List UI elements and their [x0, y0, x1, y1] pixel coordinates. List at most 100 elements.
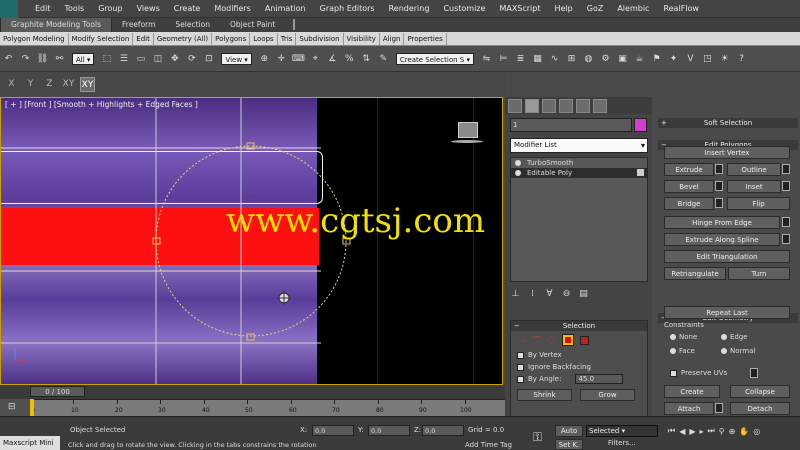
render-setup-icon[interactable]: ⚙ [599, 52, 612, 65]
outline-settings-icon[interactable] [782, 164, 790, 174]
axis-z-button[interactable]: Z [42, 77, 57, 92]
menu-tools[interactable]: Tools [58, 4, 92, 13]
create-tab-icon[interactable] [508, 98, 522, 113]
constraint-edge-row[interactable]: Edge [721, 333, 748, 341]
selection-rollout-header[interactable]: − Selection [511, 321, 647, 331]
axis-y-button[interactable]: Y [23, 77, 38, 92]
panel-geometry-all[interactable]: Geometry (All) [154, 32, 213, 45]
keyboard-shortcut-icon[interactable]: ⌨ [292, 52, 305, 65]
outline-button[interactable]: Outline [727, 163, 781, 176]
bevel-button[interactable]: Bevel [664, 180, 714, 193]
menu-help[interactable]: Help [548, 4, 580, 13]
time-slider[interactable]: 0 / 100 [30, 386, 85, 397]
lightbulb-icon[interactable] [515, 160, 521, 166]
preserve-uvs-checkbox[interactable] [670, 369, 677, 377]
stack-item-turbosmooth[interactable]: TurboSmooth [511, 158, 647, 168]
auto-key-button[interactable]: Auto [555, 425, 583, 437]
modifier-list-dropdown[interactable]: Modifier List ▾ [510, 138, 648, 153]
previous-frame-icon[interactable]: ◀ [679, 427, 685, 436]
panel-visibility[interactable]: Visibility [344, 32, 380, 45]
inset-button[interactable]: Inset [727, 180, 781, 193]
vray-icon[interactable]: V [684, 52, 697, 65]
viewport-label[interactable]: [ + ] [Front ] [Smooth + Highlights + Ed… [5, 100, 198, 109]
edit-named-selection-icon[interactable]: ✎ [377, 52, 390, 65]
menu-realflow[interactable]: RealFlow [656, 4, 706, 13]
window-crossing-icon[interactable]: ◫ [151, 52, 164, 65]
shrink-button[interactable]: Shrink [517, 389, 572, 401]
ribbon-options-dropdown[interactable] [285, 18, 299, 32]
render-iterative-icon[interactable]: ⚑ [650, 52, 663, 65]
x-coord-field[interactable]: 0.0 [312, 425, 354, 436]
track-bar-toggle[interactable]: ⊟ [0, 399, 30, 416]
tab-object-paint[interactable]: Object Paint [220, 18, 285, 32]
tab-graphite-modeling-tools[interactable]: Graphite Modeling Tools [0, 18, 113, 32]
axis-xy-cycle-button[interactable]: XY [80, 76, 95, 92]
inset-settings-icon[interactable] [782, 181, 790, 191]
extrude-settings-icon[interactable] [715, 164, 723, 174]
stack-item-editable-poly[interactable]: Editable Poly [511, 168, 647, 178]
key-filters-button[interactable]: Filters... [608, 439, 636, 447]
reference-coordinate-dropdown[interactable]: View ▾ [221, 52, 252, 65]
play-icon[interactable]: ▶ [689, 427, 695, 436]
link-icon[interactable]: ⛓ [36, 52, 49, 65]
align-icon[interactable]: ⊨ [497, 52, 510, 65]
menu-alembic[interactable]: Alembic [610, 4, 656, 13]
menu-animation[interactable]: Animation [258, 4, 313, 13]
app-logo-icon[interactable] [0, 0, 18, 18]
panel-loops[interactable]: Loops [250, 32, 278, 45]
preserve-uvs-row[interactable]: Preserve UVs [670, 369, 727, 377]
show-end-result-icon[interactable]: ⁞ [527, 289, 538, 300]
preserve-uvs-settings-icon[interactable] [750, 368, 758, 378]
panel-polygons[interactable]: Polygons [212, 32, 251, 45]
material-editor-icon[interactable]: ◍ [582, 52, 595, 65]
detach-button[interactable]: Detach [730, 402, 790, 415]
object-name-field[interactable]: 1 [510, 118, 632, 132]
by-vertex-checkbox[interactable] [517, 351, 524, 359]
select-move-icon[interactable]: ✥ [168, 52, 181, 65]
panel-align[interactable]: Align [380, 32, 405, 45]
radio-icon[interactable] [670, 334, 676, 340]
element-level-icon[interactable] [579, 335, 589, 345]
hinge-from-edge-button[interactable]: Hinge From Edge [664, 216, 780, 229]
by-angle-checkbox[interactable] [517, 375, 524, 383]
create-button[interactable]: Create [664, 385, 720, 398]
axis-x-button[interactable]: X [4, 77, 19, 92]
viewcube-icon[interactable] [458, 122, 478, 138]
orbit-icon[interactable]: ◎ [753, 427, 760, 436]
select-scale-icon[interactable]: ⊡ [202, 52, 215, 65]
rendered-frame-icon[interactable]: ▣ [616, 52, 629, 65]
modify-tab-icon[interactable] [525, 98, 539, 113]
tab-freeform[interactable]: Freeform [112, 18, 165, 32]
graphite-toggle-icon[interactable]: ▦ [531, 52, 544, 65]
ignore-backfacing-row[interactable]: Ignore Backfacing [511, 361, 647, 373]
constraint-normal-row[interactable]: Normal [721, 347, 755, 355]
constraint-none-row[interactable]: None [670, 333, 697, 341]
polygon-level-icon[interactable] [561, 334, 574, 346]
angle-spinner[interactable]: 45.0 [575, 374, 624, 384]
named-selection-dropdown[interactable]: Create Selection S ▾ [395, 52, 474, 65]
panel-properties[interactable]: Properties [404, 32, 447, 45]
z-coord-field[interactable]: 0.0 [422, 425, 464, 436]
redo-icon[interactable]: ↷ [19, 52, 32, 65]
selection-filter-dropdown[interactable]: All ▾ [72, 52, 95, 65]
curve-editor-icon[interactable]: ∿ [548, 52, 561, 65]
key-icon[interactable]: ⚿ [533, 430, 542, 445]
object-color-swatch[interactable] [634, 118, 647, 132]
flip-button[interactable]: Flip [727, 197, 790, 210]
undo-icon[interactable]: ↶ [2, 52, 15, 65]
pin-stack-icon[interactable]: ⊥ [510, 289, 521, 300]
axis-xy-button[interactable]: XY [61, 77, 76, 92]
set-key-button[interactable]: Set K. [555, 439, 583, 450]
selection-region-icon[interactable]: ▭ [134, 52, 147, 65]
make-unique-icon[interactable]: ∀ [544, 289, 555, 300]
go-to-end-icon[interactable]: ⏭ [708, 426, 715, 436]
menu-customize[interactable]: Customize [436, 4, 492, 13]
panel-polygon-modeling[interactable]: Polygon Modeling [0, 32, 69, 45]
help-icon[interactable]: ? [735, 52, 748, 65]
turn-button[interactable]: Turn [728, 267, 790, 280]
panel-modify-selection[interactable]: Modify Selection [69, 32, 134, 45]
vray-lights-icon[interactable]: ☀ [718, 52, 731, 65]
radio-icon[interactable] [721, 334, 727, 340]
border-level-icon[interactable]: ◌ [548, 335, 556, 345]
radio-icon[interactable] [670, 348, 676, 354]
